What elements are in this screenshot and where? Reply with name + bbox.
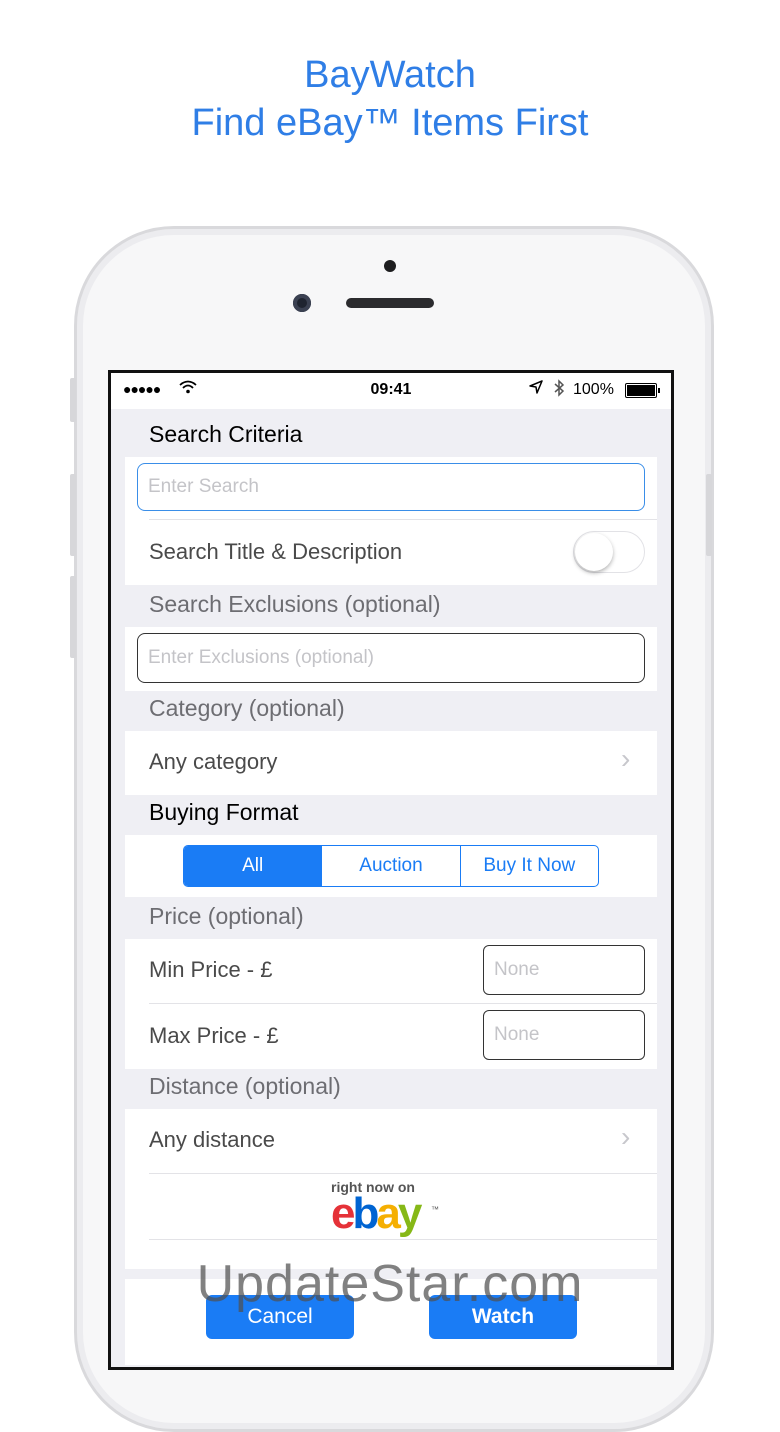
- watermark: UpdateStar.com: [196, 1255, 584, 1313]
- section-header-search-criteria: Search Criteria: [149, 421, 303, 447]
- search-input-cell: Enter Search: [125, 457, 657, 519]
- search-title-description-label: Search Title & Description: [149, 539, 403, 564]
- location-arrow-icon: [529, 380, 543, 398]
- headline-subtitle: Find eBay™ Items First: [191, 102, 589, 144]
- exclusions-input[interactable]: Enter Exclusions (optional): [137, 633, 645, 683]
- earpiece-speaker: [346, 298, 434, 308]
- search-input[interactable]: Enter Search: [137, 463, 645, 511]
- phone-power-button: [706, 474, 712, 556]
- min-price-input[interactable]: None: [483, 945, 645, 995]
- row-divider: [149, 1003, 657, 1004]
- phone-volume-up: [70, 474, 76, 556]
- battery-icon: [625, 383, 660, 398]
- ebay-badge-cell: right now on ebay ™: [125, 1173, 657, 1239]
- bluetooth-icon: [553, 379, 565, 402]
- proximity-sensor: [384, 260, 396, 272]
- section-header-distance: Distance (optional): [149, 1073, 341, 1099]
- phone-screen: ●●●●● 09:41 100% Search Criteria Enter S…: [108, 370, 674, 1370]
- chevron-right-icon: ›: [621, 743, 631, 774]
- segment-auction[interactable]: Auction: [321, 846, 459, 886]
- min-price-row: Min Price - £ None: [125, 939, 657, 1003]
- segment-all[interactable]: All: [184, 846, 322, 886]
- min-price-label: Min Price - £: [149, 957, 273, 982]
- headline-title: BayWatch: [304, 54, 476, 96]
- category-value: Any category: [149, 749, 278, 774]
- search-title-description-toggle[interactable]: [573, 531, 645, 573]
- row-divider: [149, 1239, 657, 1240]
- search-title-description-cell: Search Title & Description: [125, 519, 657, 585]
- max-price-label: Max Price - £: [149, 1023, 279, 1048]
- exclusions-input-cell: Enter Exclusions (optional): [125, 627, 657, 691]
- distance-value: Any distance: [149, 1127, 275, 1152]
- phone-side-button: [70, 378, 76, 422]
- row-divider: [149, 519, 657, 520]
- section-header-category: Category (optional): [149, 695, 345, 721]
- category-row[interactable]: Any category ›: [125, 731, 657, 795]
- ebay-trademark: ™: [431, 1205, 439, 1214]
- ebay-wordmark: ebay: [331, 1189, 422, 1238]
- section-header-search-exclusions: Search Exclusions (optional): [149, 591, 441, 617]
- section-header-price: Price (optional): [149, 903, 304, 929]
- max-price-row: Max Price - £ None: [125, 1003, 657, 1069]
- front-camera: [293, 294, 311, 312]
- battery-percent: 100%: [573, 381, 614, 398]
- phone-volume-down: [70, 576, 76, 658]
- max-price-input[interactable]: None: [483, 1010, 645, 1060]
- toggle-knob: [575, 533, 613, 571]
- buying-format-cell: All Auction Buy It Now: [125, 835, 657, 897]
- chevron-right-icon: ›: [621, 1121, 631, 1152]
- status-bar: ●●●●● 09:41 100%: [111, 373, 671, 409]
- distance-row[interactable]: Any distance ›: [125, 1109, 657, 1173]
- segment-buy-it-now[interactable]: Buy It Now: [459, 846, 598, 886]
- row-divider: [149, 1173, 657, 1174]
- buying-format-segmented-control: All Auction Buy It Now: [183, 845, 599, 887]
- section-header-buying-format: Buying Format: [149, 799, 299, 825]
